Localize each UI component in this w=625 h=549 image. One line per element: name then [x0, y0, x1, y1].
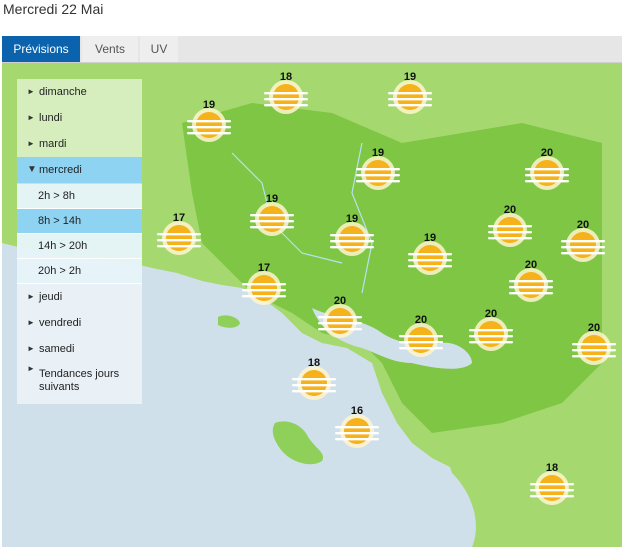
temperature-label: 18	[280, 71, 292, 83]
tab-vents[interactable]: Vents	[82, 36, 138, 62]
menu-item-lundi[interactable]: ► lundi	[17, 105, 142, 131]
temperature-label: 19	[266, 193, 278, 205]
arrow-right-icon: ►	[27, 139, 35, 148]
menu-item-mercredi[interactable]: ▼ mercredi	[17, 157, 142, 184]
temperature-label: 19	[203, 99, 215, 111]
temperature-label: 18	[308, 357, 320, 369]
sun-haze-icon[interactable]: 18	[292, 357, 336, 400]
arrow-right-icon: ►	[27, 292, 35, 301]
temperature-label: 20	[588, 322, 600, 334]
menu-item-mardi[interactable]: ► mardi	[17, 131, 142, 157]
menu-label: Tendances jours suivants	[39, 368, 120, 393]
menu-item-vendredi[interactable]: ► vendredi	[17, 310, 142, 336]
menu-label: vendredi	[39, 317, 82, 329]
menu-item-jeudi[interactable]: ► jeudi	[17, 284, 142, 310]
temperature-label: 18	[546, 462, 558, 474]
island-large	[272, 421, 324, 465]
tab-uv[interactable]: UV	[140, 36, 178, 62]
temperature-label: 19	[372, 147, 384, 159]
temperature-label: 20	[504, 204, 516, 216]
menu-label: mercredi	[39, 164, 82, 176]
temperature-label: 19	[404, 71, 416, 83]
slot-14h-20h[interactable]: 14h > 20h	[17, 234, 142, 259]
sun-haze-icon[interactable]: 16	[335, 405, 379, 448]
page-title: Mercredi 22 Mai	[3, 1, 104, 17]
temperature-label: 17	[173, 212, 185, 224]
arrow-down-icon: ▼	[27, 164, 37, 175]
forecast-menu: ► dimanche ► lundi ► mardi ▼ mercredi 2h…	[17, 79, 142, 404]
menu-label: jeudi	[39, 291, 63, 303]
menu-item-tendances[interactable]: ► Tendances jours suivants	[17, 362, 142, 404]
temperature-label: 19	[346, 213, 358, 225]
slot-8h-14h[interactable]: 8h > 14h	[17, 209, 142, 234]
temperature-label: 19	[424, 232, 436, 244]
arrow-right-icon: ►	[27, 364, 35, 373]
temperature-label: 20	[415, 314, 427, 326]
tab-previsions[interactable]: Prévisions	[2, 36, 80, 62]
temperature-label: 20	[525, 259, 537, 271]
arrow-right-icon: ►	[27, 344, 35, 353]
temperature-label: 17	[258, 262, 270, 274]
arrow-right-icon: ►	[27, 87, 35, 96]
menu-item-samedi[interactable]: ► samedi	[17, 336, 142, 362]
menu-label: lundi	[39, 112, 63, 124]
arrow-right-icon: ►	[27, 318, 35, 327]
temperature-label: 20	[334, 295, 346, 307]
temperature-label: 20	[541, 147, 553, 159]
menu-item-dimanche[interactable]: ► dimanche	[17, 79, 142, 105]
arrow-right-icon: ►	[27, 113, 35, 122]
menu-label: dimanche	[39, 86, 87, 98]
temperature-label: 16	[351, 405, 363, 417]
island-small	[218, 315, 240, 328]
slot-20h-2h[interactable]: 20h > 2h	[17, 259, 142, 284]
slot-2h-8h[interactable]: 2h > 8h	[17, 184, 142, 209]
menu-label: mardi	[39, 138, 67, 150]
temperature-label: 20	[577, 219, 589, 231]
menu-label: samedi	[39, 343, 75, 355]
temperature-label: 20	[485, 308, 497, 320]
tab-bar: Prévisions Vents UV	[2, 36, 622, 63]
